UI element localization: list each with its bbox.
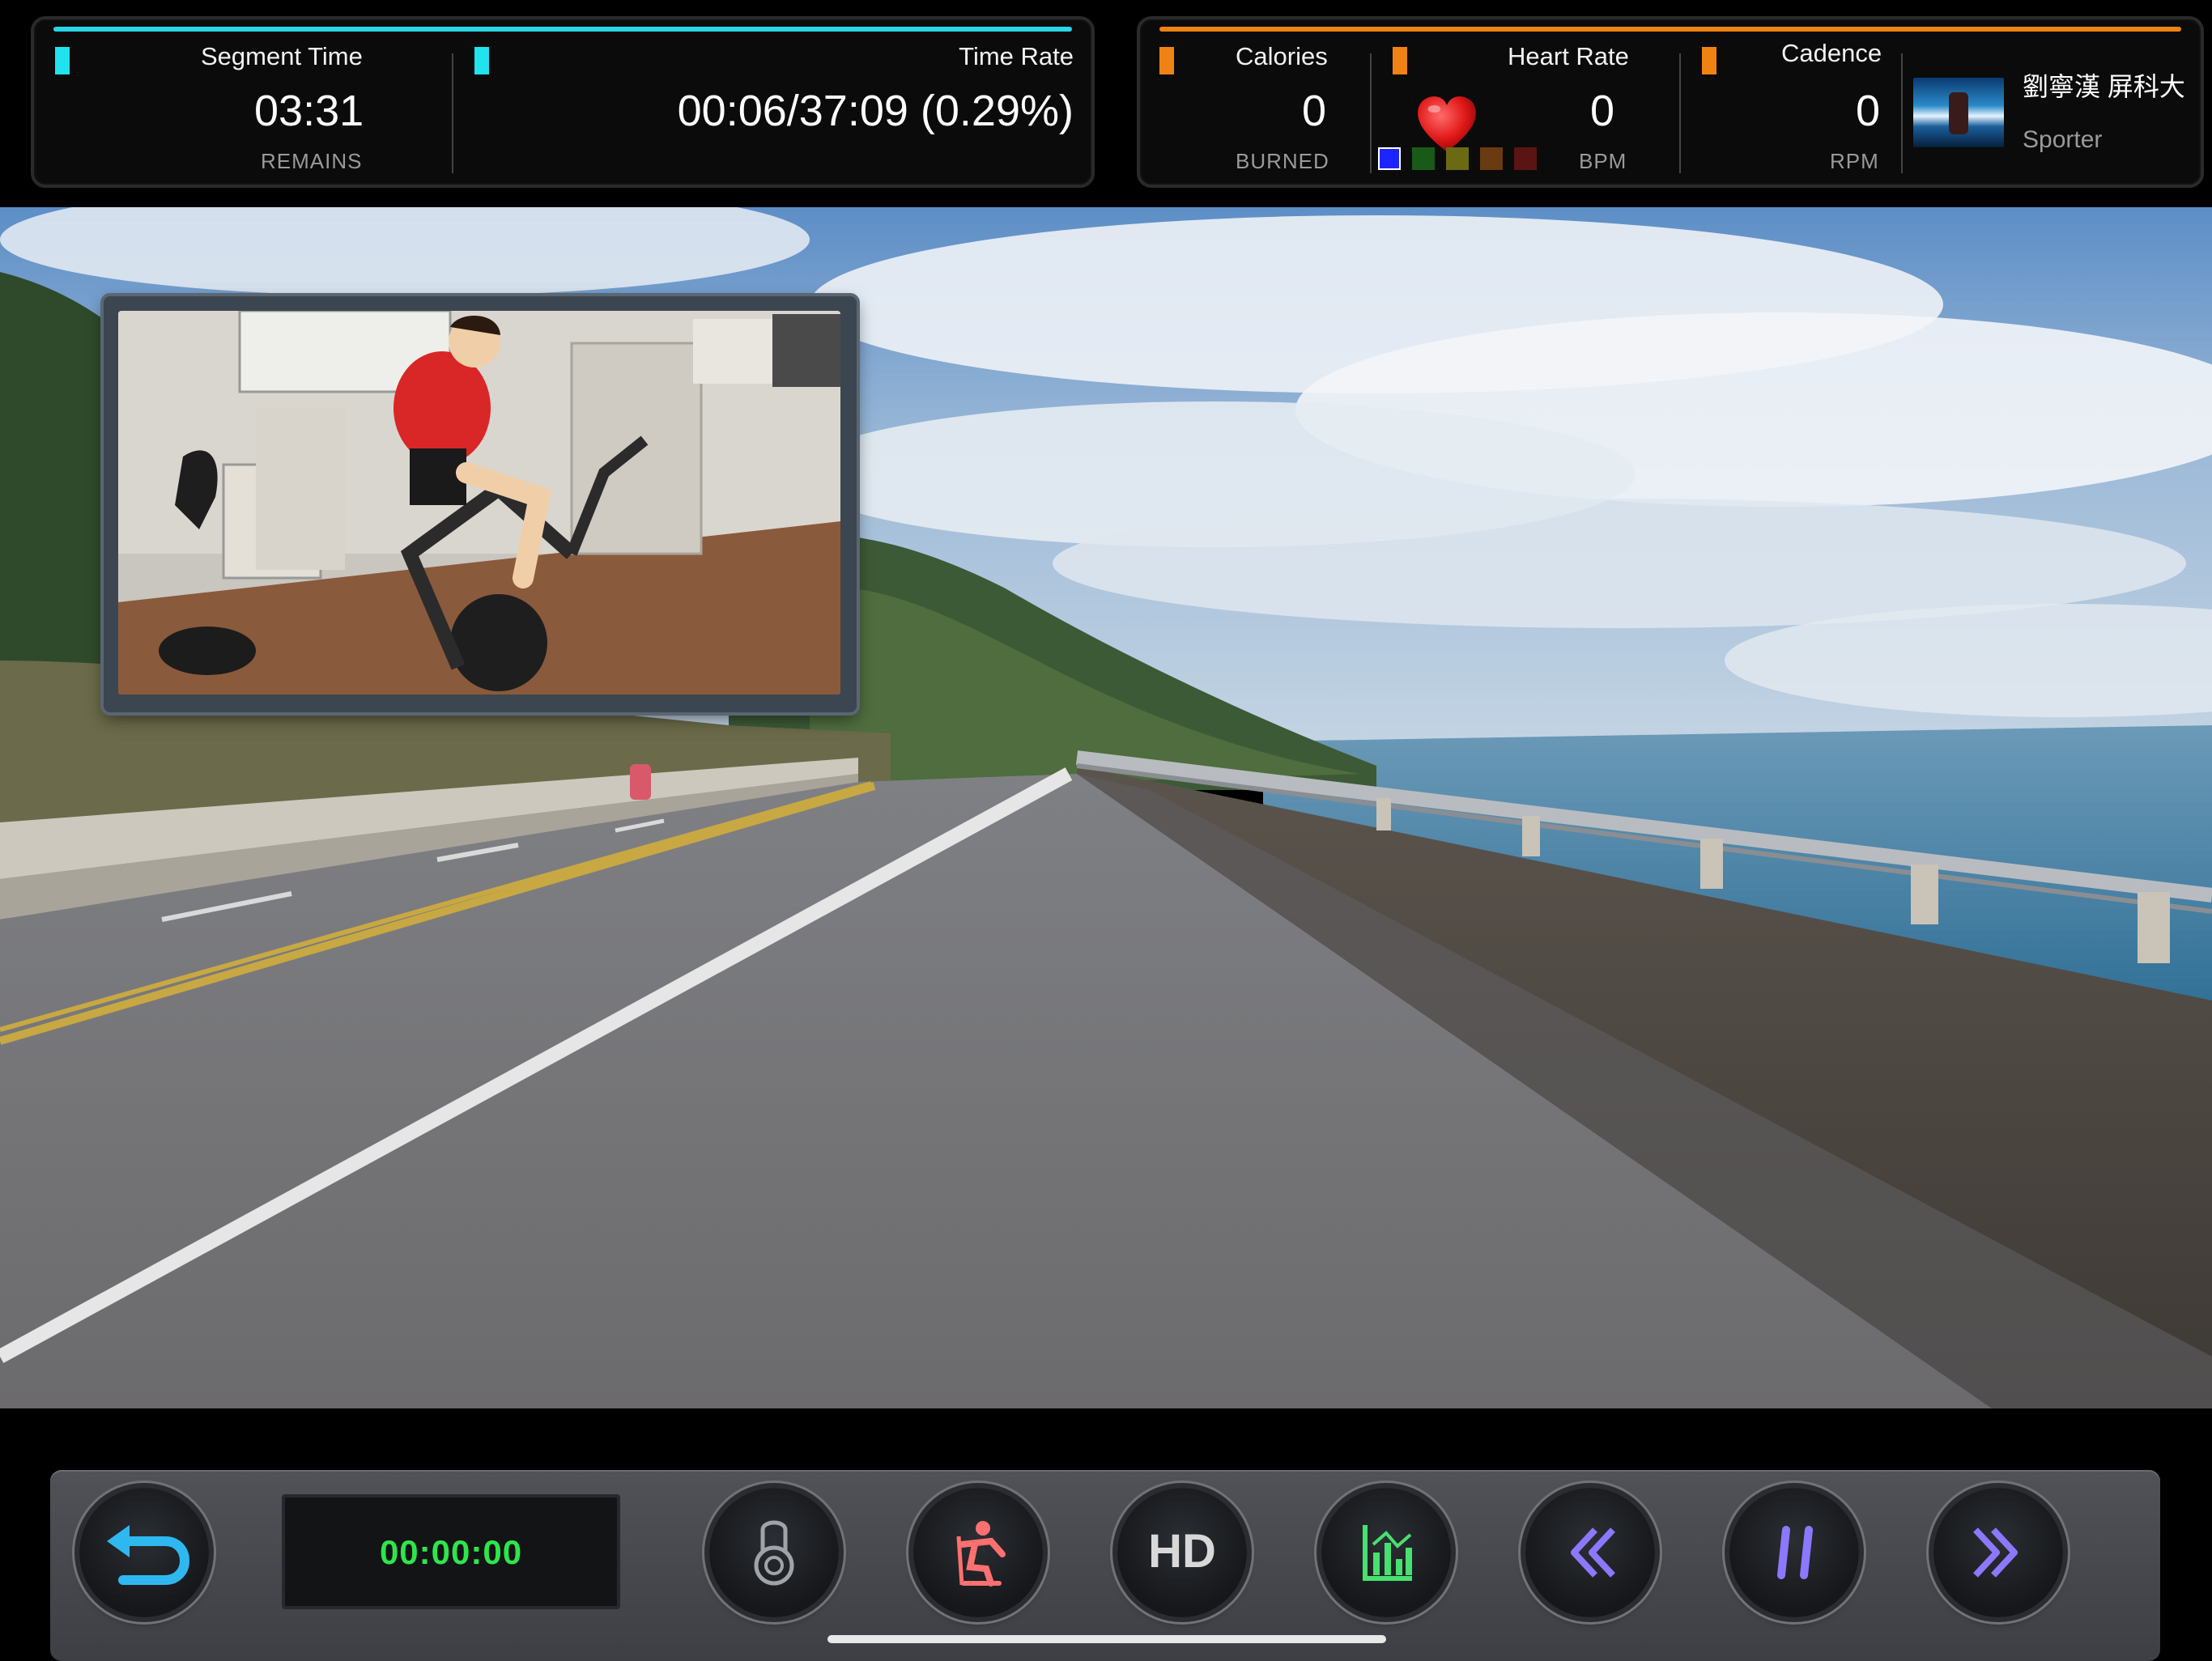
calories-marker — [1159, 47, 1174, 74]
segment-time-label: Segment Time — [201, 42, 363, 70]
rewind-icon — [1571, 1527, 1615, 1578]
pause-icon — [1777, 1526, 1813, 1579]
rewind-button[interactable] — [1525, 1488, 1655, 1617]
segment-marker — [55, 47, 70, 74]
heart-rate-label: Heart Rate — [1508, 42, 1629, 70]
undo-arrow-icon — [107, 1525, 190, 1585]
heart-rate-unit: BPM — [1579, 149, 1627, 173]
panel-divider — [1901, 53, 1903, 173]
bar-chart-icon — [1363, 1525, 1412, 1581]
calories-label: Calories — [1236, 42, 1328, 70]
segment-time-unit: REMAINS — [261, 149, 363, 173]
rider-camera-image — [118, 311, 840, 695]
playback-controls: 00:00:00 HD — [50, 1470, 2160, 1661]
progress-bar-cyan — [53, 27, 1072, 32]
heart-rate-marker — [1393, 47, 1407, 74]
stats-button[interactable] — [1321, 1488, 1451, 1617]
camera-feed — [118, 311, 840, 695]
hd-button[interactable]: HD — [1117, 1488, 1247, 1617]
user-avatar[interactable] — [1913, 78, 2004, 147]
knob-icon — [754, 1520, 794, 1586]
cadence-unit: RPM — [1830, 149, 1879, 173]
cadence-marker — [1702, 47, 1716, 74]
resistance-button[interactable] — [709, 1488, 839, 1617]
avatar-figure — [1949, 92, 1968, 134]
elapsed-timer: 00:00:00 — [282, 1494, 620, 1609]
time-rate-value: 00:06/37:09 (0.29%) — [677, 87, 1074, 135]
segment-panel: Segment Time 03:31 REMAINS Time Rate 00:… — [31, 16, 1095, 188]
cyclist-icon — [956, 1521, 1006, 1587]
heart-rate-value: 0 — [1590, 87, 1615, 135]
zone-5-indicator — [1514, 147, 1537, 170]
panel-divider — [1679, 53, 1681, 173]
fast-forward-button[interactable] — [1933, 1488, 2063, 1617]
calories-unit: BURNED — [1236, 149, 1329, 173]
cadence-value: 0 — [1856, 87, 1881, 135]
zone-4-indicator — [1480, 147, 1503, 170]
pause-button[interactable] — [1729, 1488, 1859, 1617]
svg-text:HD: HD — [1148, 1525, 1216, 1578]
panel-divider — [452, 53, 453, 173]
zone-3-indicator — [1446, 147, 1469, 170]
metrics-panel: Calories 0 BURNED Heart Rate 0 BPM Caden… — [1137, 16, 2204, 188]
zone-1-indicator — [1378, 147, 1401, 170]
cadence-label: Cadence — [1781, 39, 1882, 67]
elapsed-time: 00:00:00 — [379, 1533, 523, 1571]
user-name: 劉寧漢 屏科大 — [2023, 72, 2185, 101]
hd-icon: HD — [1148, 1525, 1216, 1578]
time-rate-marker — [474, 47, 489, 74]
user-role: Sporter — [2023, 126, 2103, 153]
time-rate-label: Time Rate — [959, 42, 1074, 70]
fast-forward-icon — [1973, 1527, 2018, 1578]
calories-value: 0 — [1302, 87, 1327, 135]
home-indicator[interactable] — [827, 1635, 1386, 1643]
zone-2-indicator — [1412, 147, 1435, 170]
camera-preview[interactable] — [104, 296, 857, 712]
segment-time-value: 03:31 — [254, 87, 364, 135]
back-button[interactable] — [79, 1488, 209, 1617]
panel-divider — [1370, 53, 1372, 173]
progress-bar-orange — [1159, 27, 2181, 32]
bike-mode-button[interactable] — [913, 1488, 1043, 1617]
